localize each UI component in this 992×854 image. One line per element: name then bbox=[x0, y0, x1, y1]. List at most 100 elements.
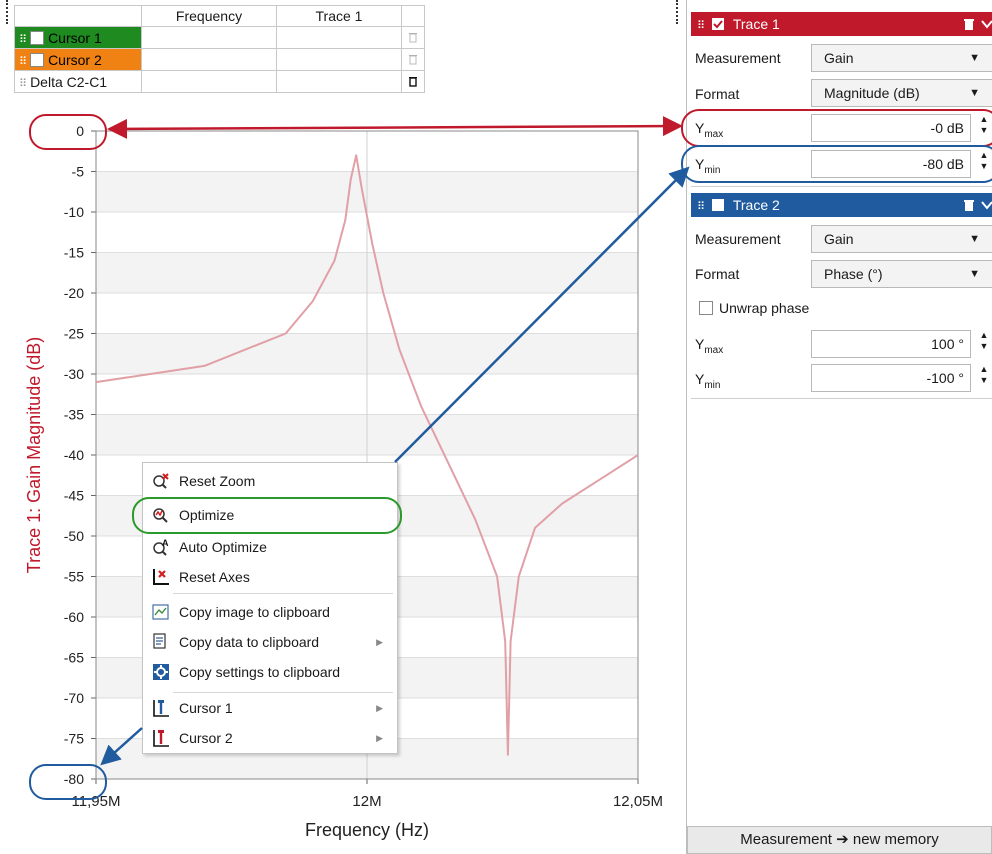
context-menu: Reset Zoom Optimize A Auto Optimize Rese… bbox=[142, 462, 398, 754]
unwrap-phase-checkbox[interactable] bbox=[699, 301, 713, 315]
x-axis-label: Frequency (Hz) bbox=[305, 820, 429, 840]
trace1-title: Trace 1 bbox=[732, 16, 780, 32]
table-row[interactable]: ⠿ Cursor 1 bbox=[14, 26, 425, 49]
cursor2-delete-button[interactable] bbox=[401, 48, 425, 71]
y-tick-label: -25 bbox=[64, 326, 84, 342]
trace1-header[interactable]: ⠿ Trace 1 bbox=[691, 12, 992, 36]
trace2-ymax-spinner[interactable]: ▲ ▼ bbox=[977, 330, 991, 358]
cursor-table-header: Frequency Trace 1 bbox=[14, 5, 425, 27]
trace2-ymax-label: Ymax bbox=[695, 336, 724, 356]
header-name bbox=[14, 5, 142, 27]
cursor2-cell[interactable]: ⠿ Cursor 2 bbox=[14, 48, 142, 71]
unwrap-phase-label: Unwrap phase bbox=[719, 300, 810, 316]
y-tick-label: -65 bbox=[64, 650, 84, 666]
y-tick-label: -30 bbox=[64, 366, 84, 382]
drag-grip-icon[interactable]: ⠿ bbox=[697, 201, 705, 213]
y-tick-label: 0 bbox=[76, 123, 84, 139]
trace2-checkbox[interactable] bbox=[711, 199, 724, 211]
cursor1-icon bbox=[153, 700, 169, 717]
cursor2-trace1 bbox=[276, 48, 402, 71]
delta-frequency bbox=[141, 70, 277, 93]
dropdown-arrow-icon: ▼ bbox=[969, 52, 980, 64]
trash-icon[interactable] bbox=[963, 17, 975, 31]
menu-item-auto-optimize[interactable]: A Auto Optimize bbox=[147, 533, 393, 561]
menu-item-copy-settings[interactable]: Copy settings to clipboard bbox=[147, 658, 393, 686]
trace1-ymax-spinner[interactable]: ▲ ▼ bbox=[977, 114, 991, 142]
submenu-arrow-icon: ▶ bbox=[376, 703, 383, 713]
x-tick-label: 12,05M bbox=[613, 793, 663, 810]
trace1-format-label: Format bbox=[695, 86, 740, 102]
trace1-ymax-input[interactable]: -0 dB bbox=[811, 114, 971, 142]
menu-item-reset-axes[interactable]: Reset Axes bbox=[147, 563, 393, 591]
left-pane-grip[interactable] bbox=[6, 0, 12, 24]
measurement-new-memory-button[interactable]: Measurement ➔ new memory bbox=[687, 826, 992, 854]
menu-item-reset-zoom[interactable]: Reset Zoom bbox=[147, 467, 393, 495]
cursor1-label: Cursor 1 bbox=[48, 29, 102, 46]
y-tick-label: -50 bbox=[64, 528, 84, 544]
trace1-ymin-input[interactable]: -80 dB bbox=[811, 150, 971, 178]
auto-optimize-icon: A bbox=[153, 538, 169, 556]
cursor2-checkbox[interactable] bbox=[30, 52, 45, 67]
menu-item-optimize[interactable]: Optimize bbox=[147, 501, 393, 529]
trace1-format-select[interactable]: Magnitude (dB) ▼ bbox=[811, 79, 992, 107]
delta-delete-button[interactable] bbox=[401, 70, 425, 93]
drag-grip-icon[interactable]: ⠿ bbox=[697, 20, 705, 32]
copy-data-icon bbox=[153, 633, 166, 649]
trace2-ymax-input[interactable]: 100 ° bbox=[811, 330, 971, 358]
menu-separator bbox=[173, 593, 393, 594]
menu-item-cursor2[interactable]: Cursor 2 ▶ bbox=[147, 724, 393, 752]
trace2-measurement-select[interactable]: Gain ▼ bbox=[811, 225, 992, 253]
trace2-header[interactable]: ⠿ Trace 2 bbox=[691, 193, 992, 217]
submenu-arrow-icon: ▶ bbox=[376, 733, 383, 743]
svg-text:A: A bbox=[162, 538, 169, 548]
y-tick-label: -35 bbox=[64, 407, 84, 423]
trash-icon bbox=[409, 54, 417, 64]
section-divider bbox=[691, 398, 992, 399]
trace1-ymin-spinner[interactable]: ▲ ▼ bbox=[977, 150, 991, 178]
delta-cell[interactable]: ⠿ Delta C2-C1 bbox=[14, 70, 142, 93]
pane-splitter[interactable] bbox=[676, 0, 682, 24]
chevron-down-icon[interactable] bbox=[981, 19, 992, 29]
x-tick-label: 11,95M bbox=[72, 793, 121, 810]
trace2-measurement-label: Measurement bbox=[695, 231, 781, 247]
drag-grip-icon[interactable]: ⠿ bbox=[19, 56, 27, 68]
delta-label: Delta C2-C1 bbox=[30, 73, 108, 90]
cursor-table: Frequency Trace 1 ⠿ Cursor 1 ⠿ Cursor 2 ⠿ D… bbox=[14, 5, 425, 93]
chevron-down-icon[interactable] bbox=[981, 200, 992, 210]
trash-icon[interactable] bbox=[963, 198, 975, 212]
trace2-format-select[interactable]: Phase (°) ▼ bbox=[811, 260, 992, 288]
trace-settings-panel: ⠿ Trace 1 Measurement Gain ▼ Format Magni… bbox=[686, 0, 992, 854]
cursor1-cell[interactable]: ⠿ Cursor 1 bbox=[14, 26, 142, 49]
y-tick-label: -5 bbox=[72, 164, 85, 180]
cursor1-delete-button[interactable] bbox=[401, 26, 425, 49]
menu-item-cursor1[interactable]: Cursor 1 ▶ bbox=[147, 694, 393, 722]
trace1-measurement-select[interactable]: Gain ▼ bbox=[811, 44, 992, 72]
checkmark-icon bbox=[713, 20, 723, 29]
reset-axes-icon bbox=[153, 569, 169, 585]
table-row[interactable]: ⠿ Delta C2-C1 bbox=[14, 70, 425, 93]
table-row[interactable]: ⠿ Cursor 2 bbox=[14, 48, 425, 71]
copy-image-icon bbox=[152, 604, 169, 620]
y-tick-label: -75 bbox=[64, 731, 84, 747]
delta-trace1 bbox=[276, 70, 402, 93]
menu-item-copy-image[interactable]: Copy image to clipboard bbox=[147, 598, 393, 626]
y-tick-label: -15 bbox=[64, 245, 84, 261]
menu-separator bbox=[173, 692, 393, 693]
dropdown-arrow-icon: ▼ bbox=[969, 233, 980, 245]
trace2-ymin-input[interactable]: -100 ° bbox=[811, 364, 971, 392]
trace2-ymin-spinner[interactable]: ▲ ▼ bbox=[977, 364, 991, 392]
trash-icon bbox=[409, 32, 417, 42]
cursor1-trace1 bbox=[276, 26, 402, 49]
header-trace1: Trace 1 bbox=[276, 5, 402, 27]
trace1-ymin-label: Ymin bbox=[695, 156, 721, 176]
drag-grip-icon[interactable]: ⠿ bbox=[19, 78, 27, 90]
dropdown-arrow-icon: ▼ bbox=[969, 268, 980, 280]
cursor1-checkbox[interactable] bbox=[30, 30, 45, 45]
menu-item-copy-data[interactable]: Copy data to clipboard ▶ bbox=[147, 628, 393, 656]
trace1-checkbox[interactable] bbox=[711, 18, 724, 30]
copy-settings-icon bbox=[153, 664, 169, 680]
drag-grip-icon[interactable]: ⠿ bbox=[19, 34, 27, 46]
y-tick-label: -20 bbox=[64, 285, 84, 301]
trace1-ymax-label: Ymax bbox=[695, 120, 724, 140]
header-delete bbox=[401, 5, 425, 27]
